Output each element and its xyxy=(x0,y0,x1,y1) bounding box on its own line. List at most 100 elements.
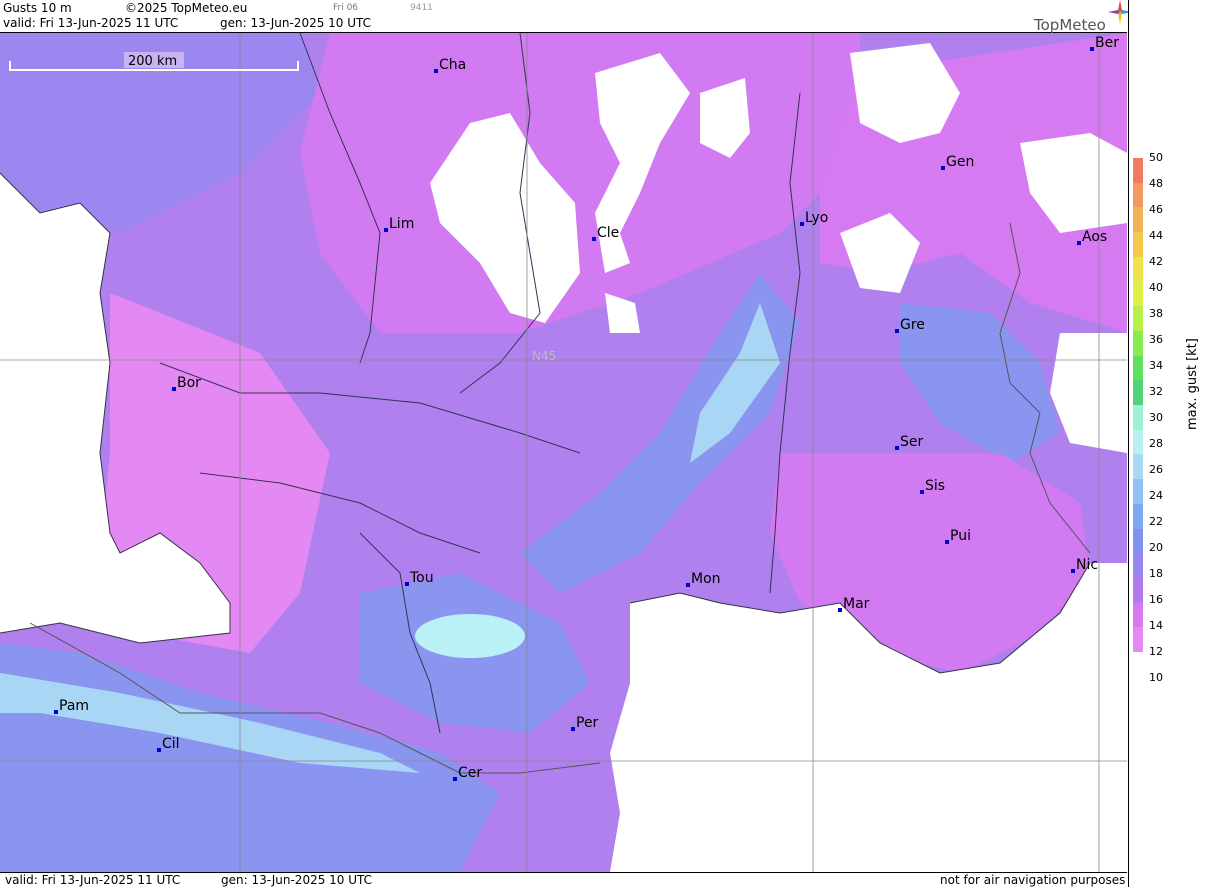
city-cle: Cle xyxy=(592,225,619,241)
city-bor: Bor xyxy=(172,375,201,391)
city-marker xyxy=(895,329,899,333)
legend-swatch xyxy=(1133,577,1143,604)
legend-tick-label: 28 xyxy=(1149,437,1163,450)
gust-map[interactable]: N45 200 km Cha Ber Gen Lim Cle Lyo Aos Gre Bor Se… xyxy=(0,33,1127,872)
generated-time: gen: 13-Jun-2025 10 UTC xyxy=(220,16,372,30)
legend-tick-label: 24 xyxy=(1149,489,1163,502)
city-label: Sis xyxy=(925,478,945,494)
legend-swatch xyxy=(1133,454,1143,480)
legend-swatch xyxy=(1133,355,1143,381)
city-marker xyxy=(941,166,945,170)
legend-tick-label: 20 xyxy=(1149,541,1163,554)
city-marker xyxy=(920,490,924,494)
city-cer: Cer xyxy=(453,765,482,781)
city-marker xyxy=(453,777,457,781)
legend-swatch xyxy=(1133,256,1143,282)
legend-swatch xyxy=(1133,627,1143,653)
legend-swatch xyxy=(1133,232,1143,258)
city-label: Bor xyxy=(177,375,201,391)
legend-swatch xyxy=(1133,380,1143,406)
legend-swatch xyxy=(1133,405,1143,431)
legend-tick-label: 30 xyxy=(1149,411,1163,424)
city-marker xyxy=(1077,241,1081,245)
city-per: Per xyxy=(571,715,599,731)
city-label: Cha xyxy=(439,57,466,73)
city-label: Pui xyxy=(950,528,971,544)
legend-tick-label: 40 xyxy=(1149,281,1163,294)
city-gen: Gen xyxy=(941,154,974,170)
scale-label: 200 km xyxy=(128,54,177,69)
city-marker xyxy=(54,710,58,714)
map-header: Gusts 10 m ©2025 TopMeteo.eu valid: Fri … xyxy=(0,0,1127,33)
legend-tick-label: 34 xyxy=(1149,359,1163,372)
legend-tick-label: 26 xyxy=(1149,463,1163,476)
city-lim: Lim xyxy=(384,216,414,232)
product-title: Gusts 10 m xyxy=(3,1,72,15)
legend-swatch xyxy=(1133,553,1143,579)
latitude-label: N45 xyxy=(532,349,556,363)
run-label: Fri 06 xyxy=(333,3,359,13)
city-tou: Tou xyxy=(405,570,434,586)
footer-valid-time: valid: Fri 13-Jun-2025 11 UTC xyxy=(5,873,181,887)
city-label: Cil xyxy=(162,736,180,752)
city-marker xyxy=(157,748,161,752)
city-label: Aos xyxy=(1082,229,1107,245)
legend-title: max. gust [kt] xyxy=(1185,338,1200,430)
city-label: Tou xyxy=(409,570,434,586)
legend-swatch xyxy=(1133,429,1143,455)
gust-zone-aude-core xyxy=(415,614,525,658)
city-marker xyxy=(1090,47,1094,51)
city-label: Lim xyxy=(389,216,414,232)
valid-time: valid: Fri 13-Jun-2025 11 UTC xyxy=(3,16,179,30)
city-marker xyxy=(434,69,438,73)
city-label: Nic xyxy=(1076,557,1098,573)
legend-tick-label: 18 xyxy=(1149,567,1163,580)
legend-swatch xyxy=(1133,306,1143,332)
legend-swatch xyxy=(1133,602,1143,628)
brand-logo: TopMeteo xyxy=(1034,0,1132,34)
city-marker xyxy=(838,608,842,612)
copyright-text: ©2025 TopMeteo.eu xyxy=(125,1,248,15)
legend-swatch xyxy=(1133,281,1143,307)
footer-disclaimer: not for air navigation purposes xyxy=(940,873,1126,887)
city-ber: Ber xyxy=(1090,35,1119,51)
legend-swatch xyxy=(1133,528,1143,554)
code-label: 9411 xyxy=(410,3,433,13)
legend-tick-label: 42 xyxy=(1149,255,1163,268)
city-mon: Mon xyxy=(686,571,721,587)
legend-swatch xyxy=(1133,479,1143,505)
legend-tick-label: 12 xyxy=(1149,645,1163,658)
city-label: Cer xyxy=(458,765,482,781)
city-marker xyxy=(571,727,575,731)
city-label: Gen xyxy=(946,154,974,170)
legend-tick-label: 36 xyxy=(1149,333,1163,346)
city-marker xyxy=(405,582,409,586)
footer-generated-time: gen: 13-Jun-2025 10 UTC xyxy=(221,873,373,887)
city-marker xyxy=(895,446,899,450)
legend-tick-label: 46 xyxy=(1149,203,1163,216)
legend-tick-label: 44 xyxy=(1149,229,1163,242)
legend-tick-label: 50 xyxy=(1149,151,1163,164)
city-label: Mon xyxy=(691,571,721,587)
legend-tick-label: 38 xyxy=(1149,307,1163,320)
city-marker xyxy=(686,583,690,587)
city-marker xyxy=(800,222,804,226)
city-pam: Pam xyxy=(54,698,89,714)
city-label: Ser xyxy=(900,434,924,450)
city-ser: Ser xyxy=(895,434,924,450)
legend-swatch xyxy=(1133,182,1143,208)
city-cha: Cha xyxy=(434,57,466,73)
legend-tick-label: 48 xyxy=(1149,177,1163,190)
gust-legend: 50 48 46 44 42 40 38 36 34 32 30 28 26 24 22 20 18 16 14 12… xyxy=(1128,0,1219,887)
legend-swatch xyxy=(1133,503,1143,529)
city-label: Pam xyxy=(59,698,89,714)
legend-swatch xyxy=(1133,158,1143,184)
brand-text: TopMeteo xyxy=(1034,16,1106,34)
city-aos: Aos xyxy=(1077,229,1107,245)
city-label: Mar xyxy=(843,596,870,612)
legend-tick-label: 22 xyxy=(1149,515,1163,528)
city-marker xyxy=(1071,569,1075,573)
city-marker xyxy=(172,387,176,391)
city-label: Lyo xyxy=(805,210,828,226)
city-mar: Mar xyxy=(838,596,870,612)
